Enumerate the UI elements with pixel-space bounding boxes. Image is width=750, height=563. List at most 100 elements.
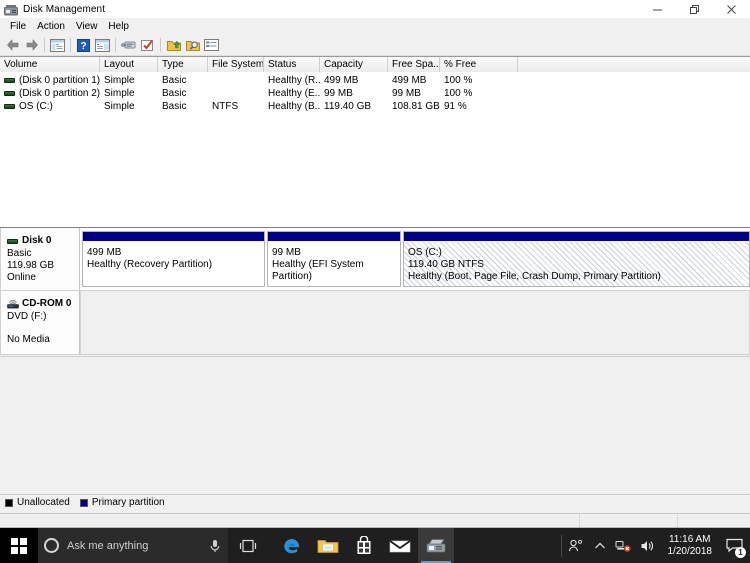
cdrom0-title: CD-ROM 0 [7,298,79,310]
cdrom0-name: CD-ROM 0 [22,298,72,309]
speaker-icon[interactable] [636,528,660,563]
cell-volume-label: (Disk 0 partition 1) [19,75,100,86]
partition-efi-color-bar [268,232,400,242]
network-error-icon[interactable] [612,528,636,563]
cell-file-system: NTFS [212,101,239,112]
clock-date: 1/20/2018 [667,545,713,557]
task-view-button[interactable] [228,528,268,563]
show-hide-console-tree-icon[interactable] [48,36,67,55]
partition-os-c-status: Healthy (Boot, Page File, Crash Dump, Pr… [408,271,661,282]
window-controls [639,0,750,18]
properties-icon[interactable] [119,36,138,55]
partition-recovery[interactable]: 499 MB Healthy (Recovery Partition) [82,231,265,287]
file-explorer-icon [317,539,339,553]
toolbar-separator [160,38,161,52]
disk0-title: Disk 0 [7,235,79,247]
show-hide-action-pane-icon[interactable] [93,36,112,55]
menu-action[interactable]: Action [32,20,71,34]
cdrom0-empty-strip [80,291,749,354]
column-header-status[interactable]: Status [264,57,320,72]
disk-row-disk0[interactable]: Disk 0 Basic 119.98 GB Online 499 MB Hea… [0,228,750,291]
toolbar: ? [0,35,750,56]
attach-vhd-icon[interactable] [183,36,202,55]
search-placeholder: Ask me anything [67,539,149,552]
rescan-disks-icon[interactable] [138,36,157,55]
volume-list-body: (Disk 0 partition 1) Simple Basic Health… [0,72,750,113]
taskbar-item-disk-management[interactable] [418,528,454,563]
column-header-free-space[interactable]: Free Spa... [388,57,440,72]
disk-management-icon [4,3,18,16]
help-icon[interactable]: ? [74,36,93,55]
menu-bar: File Action View Help [0,18,750,35]
legend-label-unallocated: Unallocated [17,497,70,508]
start-button[interactable] [0,528,38,563]
disk-icon [7,238,18,244]
disk0-info[interactable]: Disk 0 Basic 119.98 GB Online [1,228,80,290]
legend-swatch-unallocated [5,498,13,507]
cell-volume-label: OS (C:) [19,101,53,112]
legend-swatch-primary-partition [79,498,88,507]
clock-time: 11:16 AM [668,533,711,545]
cell-volume-label: (Disk 0 partition 2) [19,88,100,99]
menu-file[interactable]: File [5,20,32,34]
toolbar-separator [70,38,71,52]
taskbar-item-edge[interactable] [274,528,310,563]
edge-icon [284,538,300,553]
volume-list-header: Volume Layout Type File System Status Ca… [0,57,750,72]
menu-help[interactable]: Help [103,20,135,34]
disk-row-cdrom0[interactable]: CD-ROM 0 DVD (F:) No Media [0,291,750,355]
list-view-icon[interactable] [202,36,221,55]
taskbar-item-file-explorer[interactable] [310,528,346,563]
cell-status: Healthy (E... [268,88,320,99]
cdrom0-info[interactable]: CD-ROM 0 DVD (F:) No Media [1,291,80,354]
legend: Unallocated Primary partition [0,494,750,510]
column-header-type[interactable]: Type [158,57,208,72]
partition-os-c-body: OS (C:) 119.40 GB NTFS Healthy (Boot, Pa… [404,242,749,286]
column-header-percent-free[interactable]: % Free [440,57,518,72]
cell-status: Healthy (R... [268,75,320,86]
microsoft-store-icon [357,536,371,554]
legend-item-unallocated: Unallocated [5,497,70,508]
close-button[interactable] [713,0,750,18]
forward-arrow-icon[interactable] [22,36,41,55]
toolbar-separator [44,38,45,52]
status-bar-segment-2 [580,514,678,527]
search-input[interactable]: Ask me anything [38,528,228,563]
partition-efi[interactable]: 99 MB Healthy (EFI System Partition) [267,231,401,287]
column-header-file-system[interactable]: File System [208,57,264,72]
toolbar-separator [115,38,116,52]
minimize-button[interactable] [639,0,676,18]
cell-volume: (Disk 0 partition 2) [0,87,100,100]
partition-recovery-body: 499 MB Healthy (Recovery Partition) [83,242,264,286]
people-icon[interactable] [564,528,588,563]
table-row[interactable]: (Disk 0 partition 1) Simple Basic Health… [0,74,750,87]
column-header-filler [518,57,750,72]
cell-status: Healthy (B... [268,101,320,112]
disk0-partition-strip: 499 MB Healthy (Recovery Partition) 99 M… [80,228,750,290]
taskbar-item-mail[interactable] [382,528,418,563]
partition-os-c[interactable]: OS (C:) 119.40 GB NTFS Healthy (Boot, Pa… [403,231,750,287]
column-header-layout[interactable]: Layout [100,57,158,72]
cortana-circle-icon[interactable] [44,538,59,553]
microphone-icon[interactable] [208,538,222,554]
back-arrow-icon[interactable] [3,36,22,55]
taskbar-clock[interactable]: 11:16 AM 1/20/2018 [660,534,721,558]
cell-type: Basic [162,75,187,86]
taskbar-item-microsoft-store[interactable] [346,528,382,563]
restore-button[interactable] [676,0,713,18]
partition-icon [4,91,15,96]
column-header-capacity[interactable]: Capacity [320,57,388,72]
action-center-button[interactable]: 1 [720,528,748,563]
cdrom-icon [7,299,19,309]
tray-divider [560,534,562,557]
cell-layout: Simple [104,75,135,86]
system-tray: 11:16 AM 1/20/2018 1 [559,528,750,563]
menu-view[interactable]: View [71,20,104,34]
table-row[interactable]: (Disk 0 partition 2) Simple Basic Health… [0,87,750,100]
cdrom0-drive: DVD (F:) [7,311,47,322]
notification-count-badge: 1 [735,547,746,558]
table-row[interactable]: OS (C:) Simple Basic NTFS Healthy (B... … [0,100,750,113]
create-vhd-icon[interactable] [164,36,183,55]
show-hidden-icons-chevron[interactable] [588,528,612,563]
column-header-volume[interactable]: Volume [0,57,100,72]
